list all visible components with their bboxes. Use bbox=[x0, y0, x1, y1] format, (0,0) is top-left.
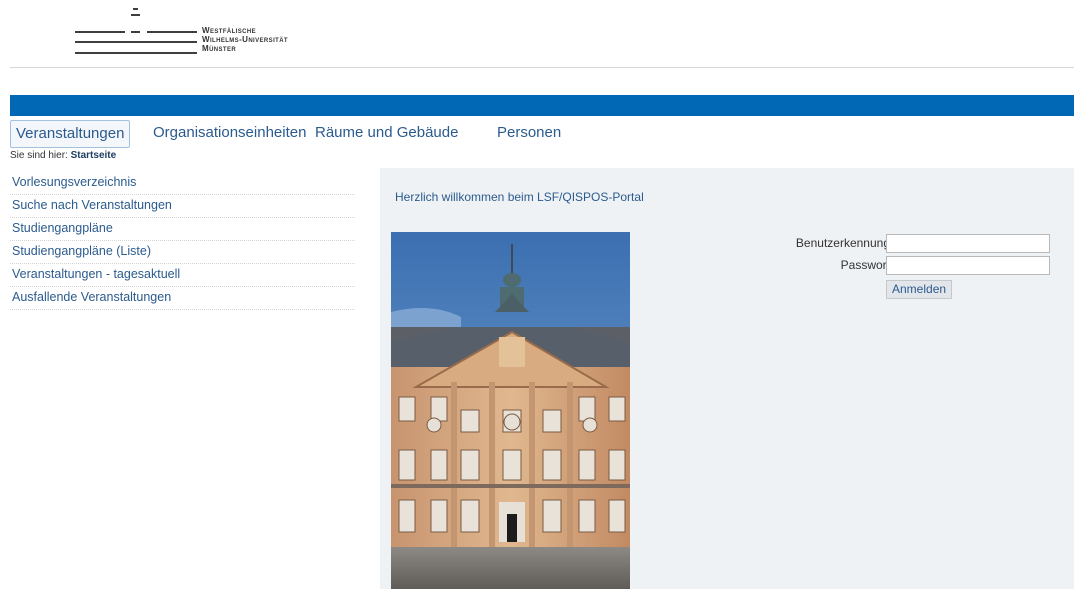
username-label: Benutzerkennung bbox=[795, 236, 890, 250]
university-logo[interactable]: Westfälische Wilhelms-Universität Münste… bbox=[75, 5, 335, 65]
sidebar-item-ausfallende[interactable]: Ausfallende Veranstaltungen bbox=[10, 287, 355, 310]
password-label: Passwort bbox=[840, 258, 890, 272]
logo-text: Westfälische Wilhelms-Universität Münste… bbox=[202, 26, 288, 53]
castle-photo bbox=[391, 232, 630, 589]
logo-mark bbox=[131, 14, 140, 16]
main-content: Herzlich willkommen beim LSF/QISPOS-Port… bbox=[380, 168, 1074, 589]
tab-organisationseinheiten[interactable]: Organisationseinheiten bbox=[153, 120, 306, 146]
sidebar-item-vorlesungsverzeichnis[interactable]: Vorlesungsverzeichnis bbox=[10, 172, 355, 195]
breadcrumb: Sie sind hier: Startseite bbox=[10, 150, 116, 161]
tab-personen[interactable]: Personen bbox=[497, 120, 561, 146]
login-button[interactable]: Anmelden bbox=[886, 280, 953, 299]
welcome-text: Herzlich willkommen beim LSF/QISPOS-Port… bbox=[395, 190, 644, 204]
logo-text-line1: Westfälische bbox=[202, 26, 257, 35]
header-divider bbox=[10, 67, 1074, 68]
username-row: Benutzerkennung bbox=[770, 234, 1060, 255]
logo-mark bbox=[75, 31, 125, 33]
sidebar: Vorlesungsverzeichnis Suche nach Veranst… bbox=[10, 172, 355, 310]
accent-bar bbox=[10, 95, 1074, 116]
logo-text-line2: Wilhelms-Universität bbox=[202, 35, 288, 44]
login-form: Benutzerkennung Passwort Anmelden bbox=[770, 234, 1060, 299]
logo-mark bbox=[147, 31, 197, 33]
breadcrumb-current[interactable]: Startseite bbox=[71, 150, 117, 161]
sidebar-item-tagesaktuell[interactable]: Veranstaltungen - tagesaktuell bbox=[10, 264, 355, 287]
tab-veranstaltungen[interactable]: Veranstaltungen bbox=[10, 120, 131, 148]
logo-mark bbox=[131, 31, 140, 33]
logo-mark bbox=[133, 8, 138, 10]
sidebar-item-studiengangplaene[interactable]: Studiengangpläne bbox=[10, 218, 355, 241]
tab-raeume-und-gebaeude[interactable]: Räume und Gebäude bbox=[315, 120, 458, 146]
breadcrumb-prefix: Sie sind hier: bbox=[10, 150, 68, 161]
logo-text-line3: Münster bbox=[202, 44, 237, 53]
sidebar-item-suche[interactable]: Suche nach Veranstaltungen bbox=[10, 195, 355, 218]
header: Westfälische Wilhelms-Universität Münste… bbox=[0, 0, 1074, 68]
password-input[interactable] bbox=[886, 256, 1050, 275]
password-row: Passwort bbox=[770, 256, 1060, 277]
username-input[interactable] bbox=[886, 234, 1050, 253]
logo-mark bbox=[75, 41, 197, 43]
sidebar-item-studiengangplaene-liste[interactable]: Studiengangpläne (Liste) bbox=[10, 241, 355, 264]
logo-mark bbox=[75, 52, 197, 54]
